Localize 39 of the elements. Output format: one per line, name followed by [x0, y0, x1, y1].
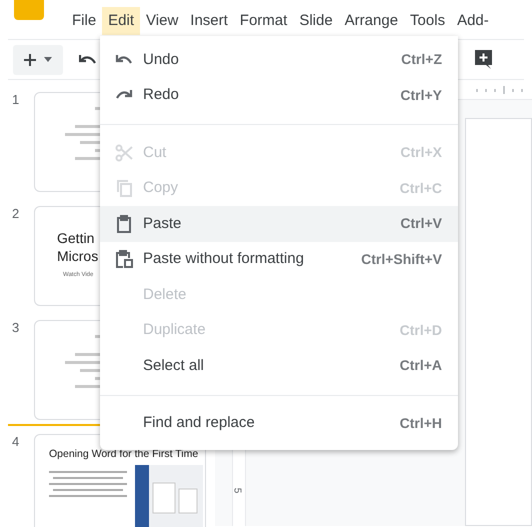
ruler-label: 5 [230, 488, 244, 494]
slide-number: 2 [12, 205, 20, 223]
menu-item[interactable]: Paste without formatting Ctrl+Shift+V [100, 242, 458, 277]
menu-item[interactable]: Arrange [338, 7, 404, 35]
menu-item-icon [114, 142, 134, 163]
shortcut-label: Ctrl+A [400, 356, 442, 376]
shortcut-label: Ctrl+H [400, 414, 442, 433]
plus-icon [24, 54, 36, 66]
slide-title: Opening Word for the First Time [48, 447, 200, 462]
menu-item[interactable]: Format [234, 7, 294, 35]
menu-item[interactable]: Redo Ctrl+Y [100, 78, 458, 113]
menu-item-icon [114, 214, 134, 234]
slide-number: 1 [12, 91, 20, 109]
menu-item-icon [114, 249, 134, 270]
menu-item[interactable]: Tools [404, 7, 452, 35]
shortcut-label: Ctrl+C [400, 178, 442, 198]
undo-icon[interactable] [79, 54, 97, 66]
slide-number: 4 [12, 433, 20, 451]
menu-item[interactable]: Add- [451, 7, 495, 35]
shortcut-label: Ctrl+Y [400, 86, 442, 105]
add-comment-icon[interactable] [475, 50, 492, 69]
menu-item[interactable]: File [66, 7, 102, 35]
new-slide-button[interactable] [13, 44, 63, 74]
menu-item[interactable]: Select all Ctrl+A [100, 348, 458, 384]
caret-icon [44, 57, 52, 62]
menu-item[interactable]: Slide [293, 7, 339, 35]
shortcut-label: Ctrl+X [400, 143, 442, 162]
shortcut-label: Ctrl+Z [401, 50, 442, 70]
menu-item[interactable]: Edit [102, 7, 140, 35]
slide-title: Gettin Micros [57, 229, 98, 265]
shortcut-label: Ctrl+V [400, 214, 442, 234]
menu-item[interactable]: Insert [184, 7, 234, 35]
menu-item[interactable]: Paste Ctrl+V [100, 206, 458, 242]
menu-item-icon [114, 178, 134, 198]
shortcut-label: Ctrl+D [400, 320, 442, 340]
menu-item[interactable]: View [140, 7, 184, 35]
menu-item[interactable]: Undo Ctrl+Z [100, 42, 458, 78]
slide-number: 3 [12, 319, 20, 337]
shortcut-label: Ctrl+Shift+V [361, 250, 442, 269]
